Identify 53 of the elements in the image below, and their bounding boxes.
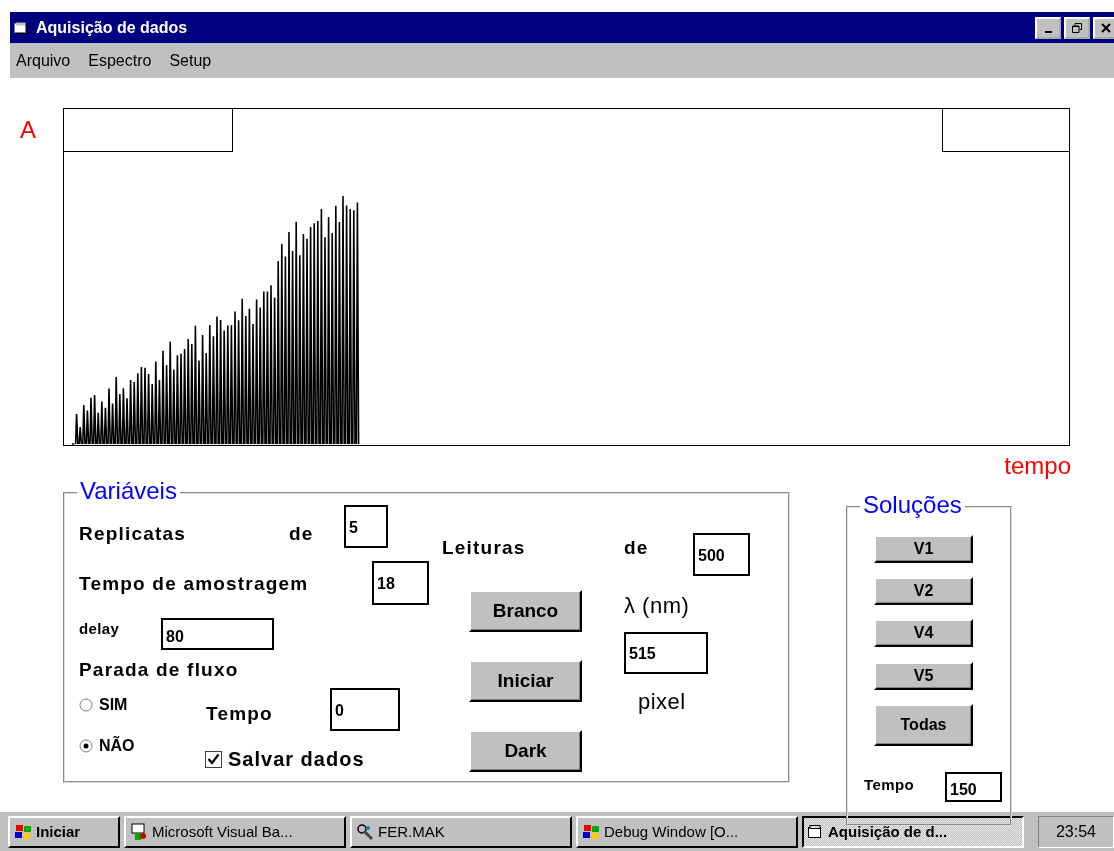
- windows-flag-icon: [14, 823, 32, 840]
- minimize-button[interactable]: [1035, 16, 1061, 39]
- solution-button[interactable]: Todas: [874, 704, 973, 746]
- tools-icon: [356, 822, 374, 841]
- field-label: Tempo de amostragem: [79, 574, 309, 595]
- action-button[interactable]: Branco: [469, 590, 582, 632]
- input-field[interactable]: 18: [372, 561, 429, 605]
- unit-label: pixel: [638, 690, 686, 715]
- input-field[interactable]: 5: [344, 505, 388, 548]
- taskbar-button[interactable]: Microsoft Visual Ba...: [124, 815, 346, 848]
- input-field[interactable]: 0: [330, 688, 400, 731]
- taskbar-button[interactable]: Debug Window [O...: [576, 815, 798, 848]
- field-label: Parada de fluxo: [79, 660, 239, 681]
- window-icon: [14, 21, 28, 34]
- solution-button[interactable]: V5: [874, 662, 973, 690]
- radio-option[interactable]: NÃO: [79, 737, 135, 755]
- field-label: Leituras: [442, 538, 526, 559]
- input-field[interactable]: 150: [945, 772, 1002, 802]
- field-label: delay: [79, 621, 120, 638]
- window-title: Aquisição de dados: [36, 18, 189, 37]
- menu-item[interactable]: Setup: [169, 51, 212, 70]
- field-label: de: [624, 538, 649, 559]
- menu-item[interactable]: Arquivo: [16, 51, 71, 70]
- radio-option[interactable]: SIM: [79, 696, 128, 714]
- taskbar-button[interactable]: FER.MAK: [350, 815, 572, 848]
- field-label: Replicatas: [79, 524, 187, 545]
- clock: 23:54: [1038, 815, 1114, 848]
- menu-item[interactable]: Espectro: [88, 51, 152, 70]
- taskbar-button[interactable]: Aquisição de d...: [802, 815, 1024, 848]
- y-axis-label: A: [19, 118, 37, 144]
- input-field[interactable]: 500: [693, 533, 750, 576]
- restore-icon: [1072, 22, 1082, 33]
- restore-button[interactable]: [1064, 16, 1090, 39]
- close-button[interactable]: [1093, 16, 1114, 39]
- x-axis-label: tempo: [1004, 454, 1071, 480]
- field-label: de: [289, 524, 314, 545]
- close-icon: [1101, 22, 1111, 33]
- input-field[interactable]: 80: [161, 618, 274, 650]
- minimize-icon: [1044, 30, 1052, 33]
- windows-flag-icon: [582, 823, 600, 840]
- solution-button[interactable]: V1: [874, 535, 973, 563]
- window-icon: [808, 824, 824, 839]
- field-label: λ (nm): [624, 594, 690, 619]
- action-button[interactable]: Iniciar: [469, 660, 582, 702]
- field-label: Tempo: [864, 777, 915, 794]
- start-button[interactable]: Iniciar: [8, 815, 120, 848]
- application-icon: [130, 822, 148, 841]
- input-field[interactable]: 515: [624, 632, 708, 674]
- action-button[interactable]: Dark: [469, 730, 582, 772]
- solution-button[interactable]: V4: [874, 619, 973, 647]
- field-label: Tempo: [206, 704, 273, 725]
- checkbox[interactable]: Salvar dados: [205, 748, 365, 771]
- solution-button[interactable]: V2: [874, 577, 973, 605]
